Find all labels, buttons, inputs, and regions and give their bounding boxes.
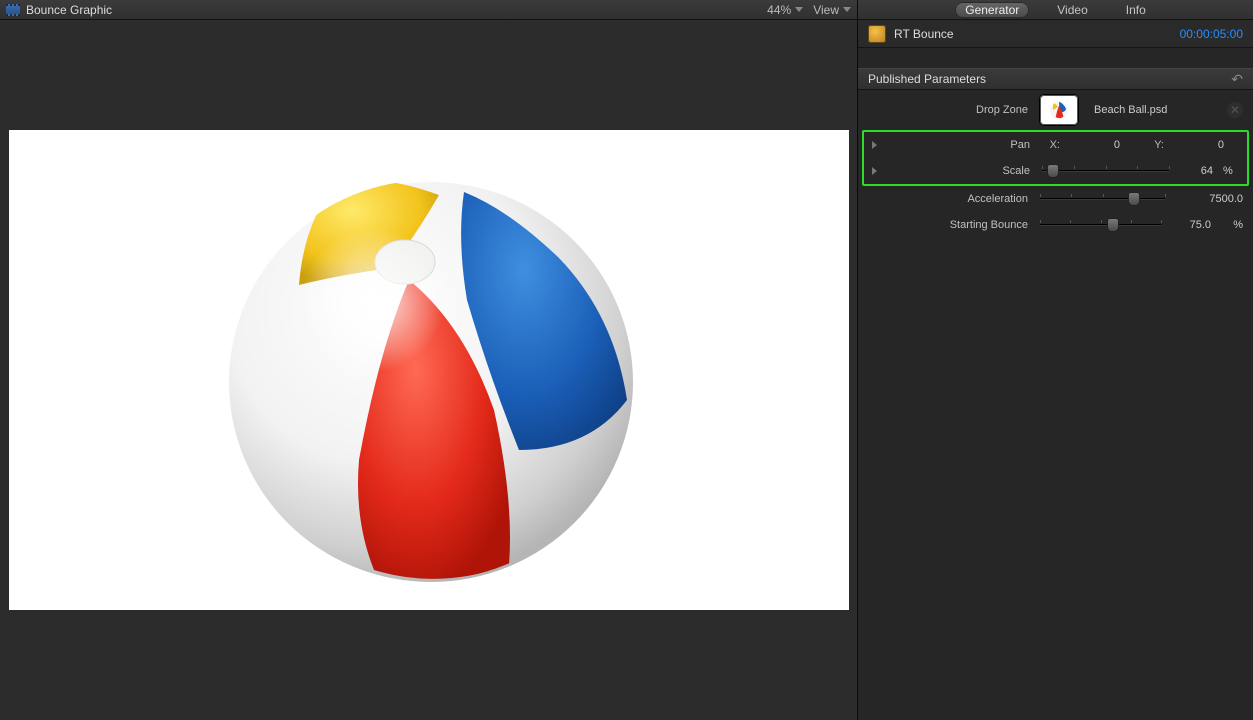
param-row-starting-bounce: Starting Bounce 75.0 % bbox=[858, 212, 1253, 238]
drop-zone-filename: Beach Ball.psd bbox=[1094, 104, 1167, 116]
highlight-annotation: Pan X: 0 Y: 0 Scale 64 % bbox=[862, 130, 1249, 186]
pan-y-value[interactable]: 0 bbox=[1170, 139, 1228, 151]
section-published-parameters: Published Parameters ↶ bbox=[858, 68, 1253, 90]
drop-zone-label: Drop Zone bbox=[880, 104, 1040, 116]
acceleration-value[interactable]: 7500.0 bbox=[1171, 193, 1243, 205]
starting-bounce-controls: 75.0 % bbox=[1040, 218, 1243, 232]
section-title: Published Parameters bbox=[868, 72, 986, 86]
viewer-title: Bounce Graphic bbox=[26, 3, 112, 17]
inspector-pane: Generator Video Info RT Bounce 00:00:05:… bbox=[857, 0, 1253, 720]
zoom-value: 44% bbox=[767, 3, 791, 17]
tab-video[interactable]: Video bbox=[1047, 2, 1097, 18]
starting-bounce-suffix: % bbox=[1221, 219, 1243, 231]
inspector-clip-row: RT Bounce 00:00:05:00 bbox=[858, 20, 1253, 48]
scale-suffix: % bbox=[1223, 165, 1241, 177]
viewer-title-group: Bounce Graphic bbox=[6, 3, 767, 17]
viewer-pane: Bounce Graphic 44% View bbox=[0, 0, 857, 720]
inspector-empty-area bbox=[858, 238, 1253, 720]
view-dropdown[interactable]: View bbox=[813, 3, 851, 17]
disclosure-scale[interactable] bbox=[866, 167, 882, 175]
chevron-down-icon bbox=[795, 7, 803, 12]
viewer-header: Bounce Graphic 44% View bbox=[0, 0, 857, 20]
view-menu-label: View bbox=[813, 3, 839, 17]
chevron-down-icon bbox=[843, 7, 851, 12]
clip-icon bbox=[6, 4, 20, 16]
generator-icon bbox=[868, 25, 886, 43]
chevron-right-icon bbox=[872, 141, 877, 149]
param-row-scale: Scale 64 % bbox=[864, 158, 1247, 184]
zoom-dropdown[interactable]: 44% bbox=[767, 3, 803, 17]
pan-x-value[interactable]: 0 bbox=[1066, 139, 1124, 151]
inspector-timecode: 00:00:05:00 bbox=[1180, 27, 1243, 41]
pan-label: Pan bbox=[882, 139, 1042, 151]
reset-section-icon[interactable]: ↶ bbox=[1231, 71, 1243, 88]
drop-zone-well[interactable] bbox=[1040, 95, 1078, 125]
starting-bounce-slider[interactable] bbox=[1040, 218, 1161, 232]
chevron-right-icon bbox=[872, 167, 877, 175]
acceleration-controls: 7500.0 bbox=[1040, 192, 1243, 206]
pan-x-label: X: bbox=[1042, 139, 1060, 151]
tab-info[interactable]: Info bbox=[1116, 2, 1156, 18]
viewer-canvas[interactable] bbox=[9, 130, 849, 610]
acceleration-slider[interactable] bbox=[1040, 192, 1165, 206]
param-row-drop-zone: Drop Zone Beach Ball.psd ✕ bbox=[858, 90, 1253, 130]
param-row-acceleration: Acceleration 7500.0 bbox=[858, 186, 1253, 212]
viewer-header-right: 44% View bbox=[767, 3, 851, 17]
tab-generator[interactable]: Generator bbox=[955, 2, 1029, 18]
clear-drop-zone-button[interactable]: ✕ bbox=[1227, 102, 1243, 118]
scale-label: Scale bbox=[882, 165, 1042, 177]
inspector-clip-name: RT Bounce bbox=[894, 27, 1180, 41]
beach-ball-image bbox=[209, 150, 649, 590]
acceleration-label: Acceleration bbox=[880, 193, 1040, 205]
drop-zone-controls: Beach Ball.psd ✕ bbox=[1040, 95, 1243, 125]
pan-y-label: Y: bbox=[1130, 139, 1164, 151]
inspector-tabs: Generator Video Info bbox=[858, 0, 1253, 20]
param-row-pan: Pan X: 0 Y: 0 bbox=[864, 132, 1247, 158]
disclosure-pan[interactable] bbox=[866, 141, 882, 149]
viewer-body bbox=[0, 20, 857, 720]
scale-slider[interactable] bbox=[1042, 164, 1169, 178]
scale-controls: 64 % bbox=[1042, 164, 1241, 178]
starting-bounce-value[interactable]: 75.0 bbox=[1167, 219, 1215, 231]
spacer bbox=[858, 48, 1253, 68]
scale-value[interactable]: 64 bbox=[1175, 165, 1217, 177]
starting-bounce-label: Starting Bounce bbox=[880, 219, 1040, 231]
pan-controls: X: 0 Y: 0 bbox=[1042, 139, 1241, 151]
